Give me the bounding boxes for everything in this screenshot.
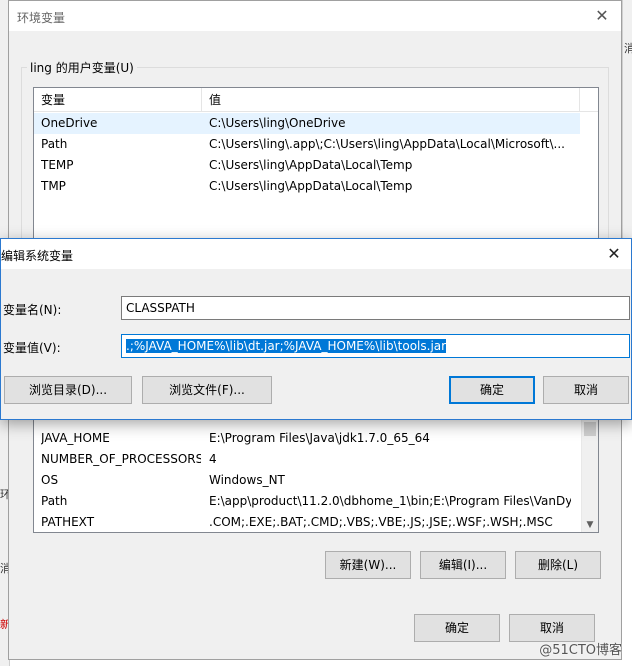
- edit-cancel-button[interactable]: 取消: [543, 376, 629, 404]
- variable-value: Windows_NT: [209, 473, 285, 487]
- variable-value: C:\Users\ling\.app\;C:\Users\ling\AppDat…: [209, 137, 565, 151]
- variable-value: C:\Users\ling\OneDrive: [209, 116, 346, 130]
- user-variables-group-label: ling 的用户变量(U): [27, 59, 137, 76]
- browse-directory-button[interactable]: 浏览目录(D)...: [4, 376, 132, 404]
- env-ok-button[interactable]: 确定: [414, 614, 500, 642]
- variable-value: C:\Users\ling\AppData\Local\Temp: [209, 158, 413, 172]
- variable-value: C:\Users\ling\AppData\Local\Temp: [209, 179, 413, 193]
- list-item[interactable]: TEMP C:\Users\ling\AppData\Local\Temp: [34, 155, 580, 176]
- variable-value: .COM;.EXE;.BAT;.CMD;.VBS;.VBE;.JS;.JSE;.…: [209, 515, 553, 529]
- background-window-right: 消: [622, 0, 632, 240]
- variable-name: Path: [41, 137, 68, 151]
- variable-name: OneDrive: [41, 116, 98, 130]
- watermark: @51CTO博客: [539, 643, 622, 658]
- env-window-titlebar[interactable]: 环境变量 ✕: [9, 1, 621, 31]
- delete-variable-button[interactable]: 删除(L): [515, 551, 601, 579]
- variable-name: NUMBER_OF_PROCESSORS: [41, 452, 201, 466]
- variable-name: PATHEXT: [41, 515, 95, 529]
- variable-value: E:\Program Files\Java\jdk1.7.0_65_64: [209, 431, 430, 445]
- edit-ok-button[interactable]: 确定: [449, 376, 535, 404]
- variable-name-field[interactable]: CLASSPATH: [121, 296, 630, 320]
- env-window-title: 环境变量: [17, 11, 66, 25]
- background-peek-text: 消: [624, 42, 632, 55]
- scrollbar-thumb[interactable]: [584, 422, 596, 436]
- env-cancel-button[interactable]: 取消: [509, 614, 595, 642]
- variable-name: TEMP: [41, 158, 74, 172]
- variable-name: OS: [41, 473, 59, 487]
- list-item[interactable]: NUMBER_OF_PROCESSORS 4: [34, 449, 580, 470]
- edit-system-variable-dialog: 编辑系统变量 ✕ 变量名(N): CLASSPATH 变量值(V): .;%JA…: [0, 238, 632, 420]
- list-item[interactable]: OneDrive C:\Users\ling\OneDrive: [34, 113, 580, 134]
- edit-dialog-titlebar[interactable]: 编辑系统变量 ✕: [1, 239, 631, 269]
- variable-name: TMP: [41, 179, 66, 193]
- list-item[interactable]: Path E:\app\product\11.2.0\dbhome_1\bin;…: [34, 491, 580, 512]
- list-item[interactable]: OS Windows_NT: [34, 470, 580, 491]
- column-header-value[interactable]: 值: [202, 88, 580, 112]
- list-item[interactable]: Path C:\Users\ling\.app\;C:\Users\ling\A…: [34, 134, 580, 155]
- edit-variable-button[interactable]: 编辑(I)...: [420, 551, 506, 579]
- variable-name: Path: [41, 494, 68, 508]
- variable-value: 4: [209, 452, 217, 466]
- selected-text: .;%JAVA_HOME%\lib\dt.jar;%JAVA_HOME%\lib…: [126, 339, 447, 353]
- variable-value-label: 变量值(V):: [3, 341, 61, 355]
- list-item[interactable]: TMP C:\Users\ling\AppData\Local\Temp: [34, 176, 580, 197]
- system-variables-list[interactable]: JAVA_HOME E:\Program Files\Java\jdk1.7.0…: [33, 405, 599, 533]
- user-variables-list[interactable]: 变量 值 OneDrive C:\Users\ling\OneDrive Pat…: [33, 87, 599, 247]
- variable-name-label: 变量名(N):: [3, 303, 62, 317]
- edit-dialog-title: 编辑系统变量: [1, 249, 74, 263]
- close-icon[interactable]: ✕: [591, 5, 613, 27]
- variable-name: JAVA_HOME: [41, 431, 110, 445]
- list-header: 变量 值: [34, 88, 598, 112]
- close-icon[interactable]: ✕: [603, 243, 625, 265]
- vertical-scrollbar[interactable]: ▼: [581, 406, 598, 532]
- variable-value-field[interactable]: .;%JAVA_HOME%\lib\dt.jar;%JAVA_HOME%\lib…: [121, 334, 630, 358]
- variable-value: E:\app\product\11.2.0\dbhome_1\bin;E:\Pr…: [209, 494, 571, 508]
- list-item[interactable]: JAVA_HOME E:\Program Files\Java\jdk1.7.0…: [34, 428, 580, 449]
- browse-file-button[interactable]: 浏览文件(F)...: [142, 376, 272, 404]
- new-variable-button[interactable]: 新建(W)...: [325, 551, 411, 579]
- list-item[interactable]: PATHEXT .COM;.EXE;.BAT;.CMD;.VBS;.VBE;.J…: [34, 512, 580, 532]
- column-header-variable[interactable]: 变量: [34, 88, 202, 112]
- chevron-down-icon[interactable]: ▼: [582, 518, 598, 532]
